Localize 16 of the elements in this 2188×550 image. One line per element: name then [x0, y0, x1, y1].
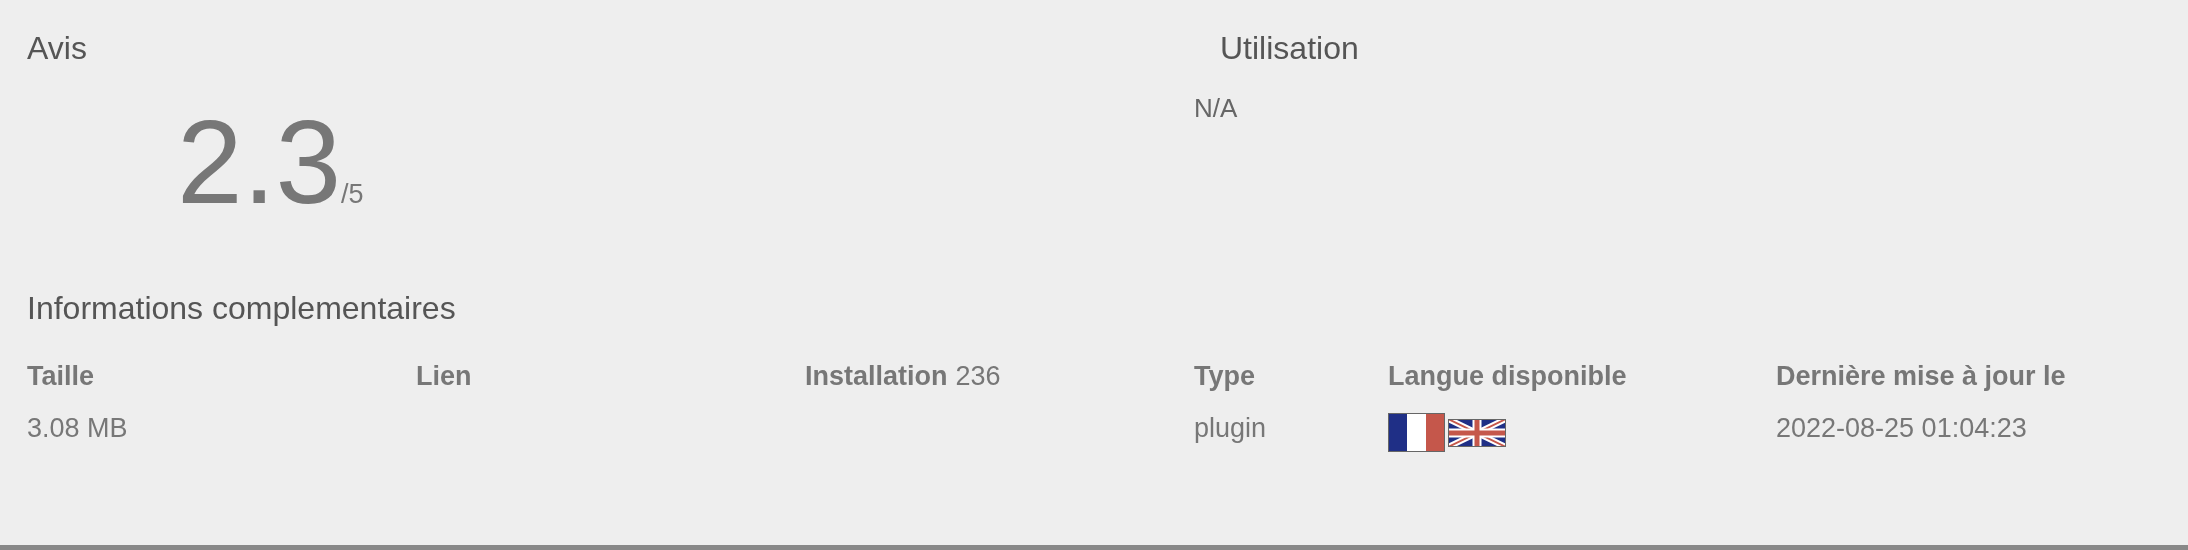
section-title: Informations complementaires [27, 290, 457, 327]
column-value: plugin [1194, 413, 1267, 444]
column-header: Dernière mise à jour le [1776, 361, 2066, 393]
column-header: Type [1194, 361, 1255, 393]
usage-value: N/A [1194, 93, 1238, 124]
column-header: Langue disponible [1388, 361, 1627, 393]
section-title: Avis [27, 30, 87, 67]
column-header: Taille [27, 361, 95, 393]
section-title: Utilisation [1220, 30, 1359, 67]
rating-score: 2.3 [177, 103, 342, 221]
install-count: 236 [955, 361, 1001, 393]
column-header: Installation [805, 361, 948, 393]
rating-scale: /5 [341, 179, 364, 210]
column-header: Lien [416, 361, 472, 393]
column-value: 2022-08-25 01:04:23 [1776, 413, 2027, 444]
column-value: 3.08 MB [27, 413, 128, 444]
